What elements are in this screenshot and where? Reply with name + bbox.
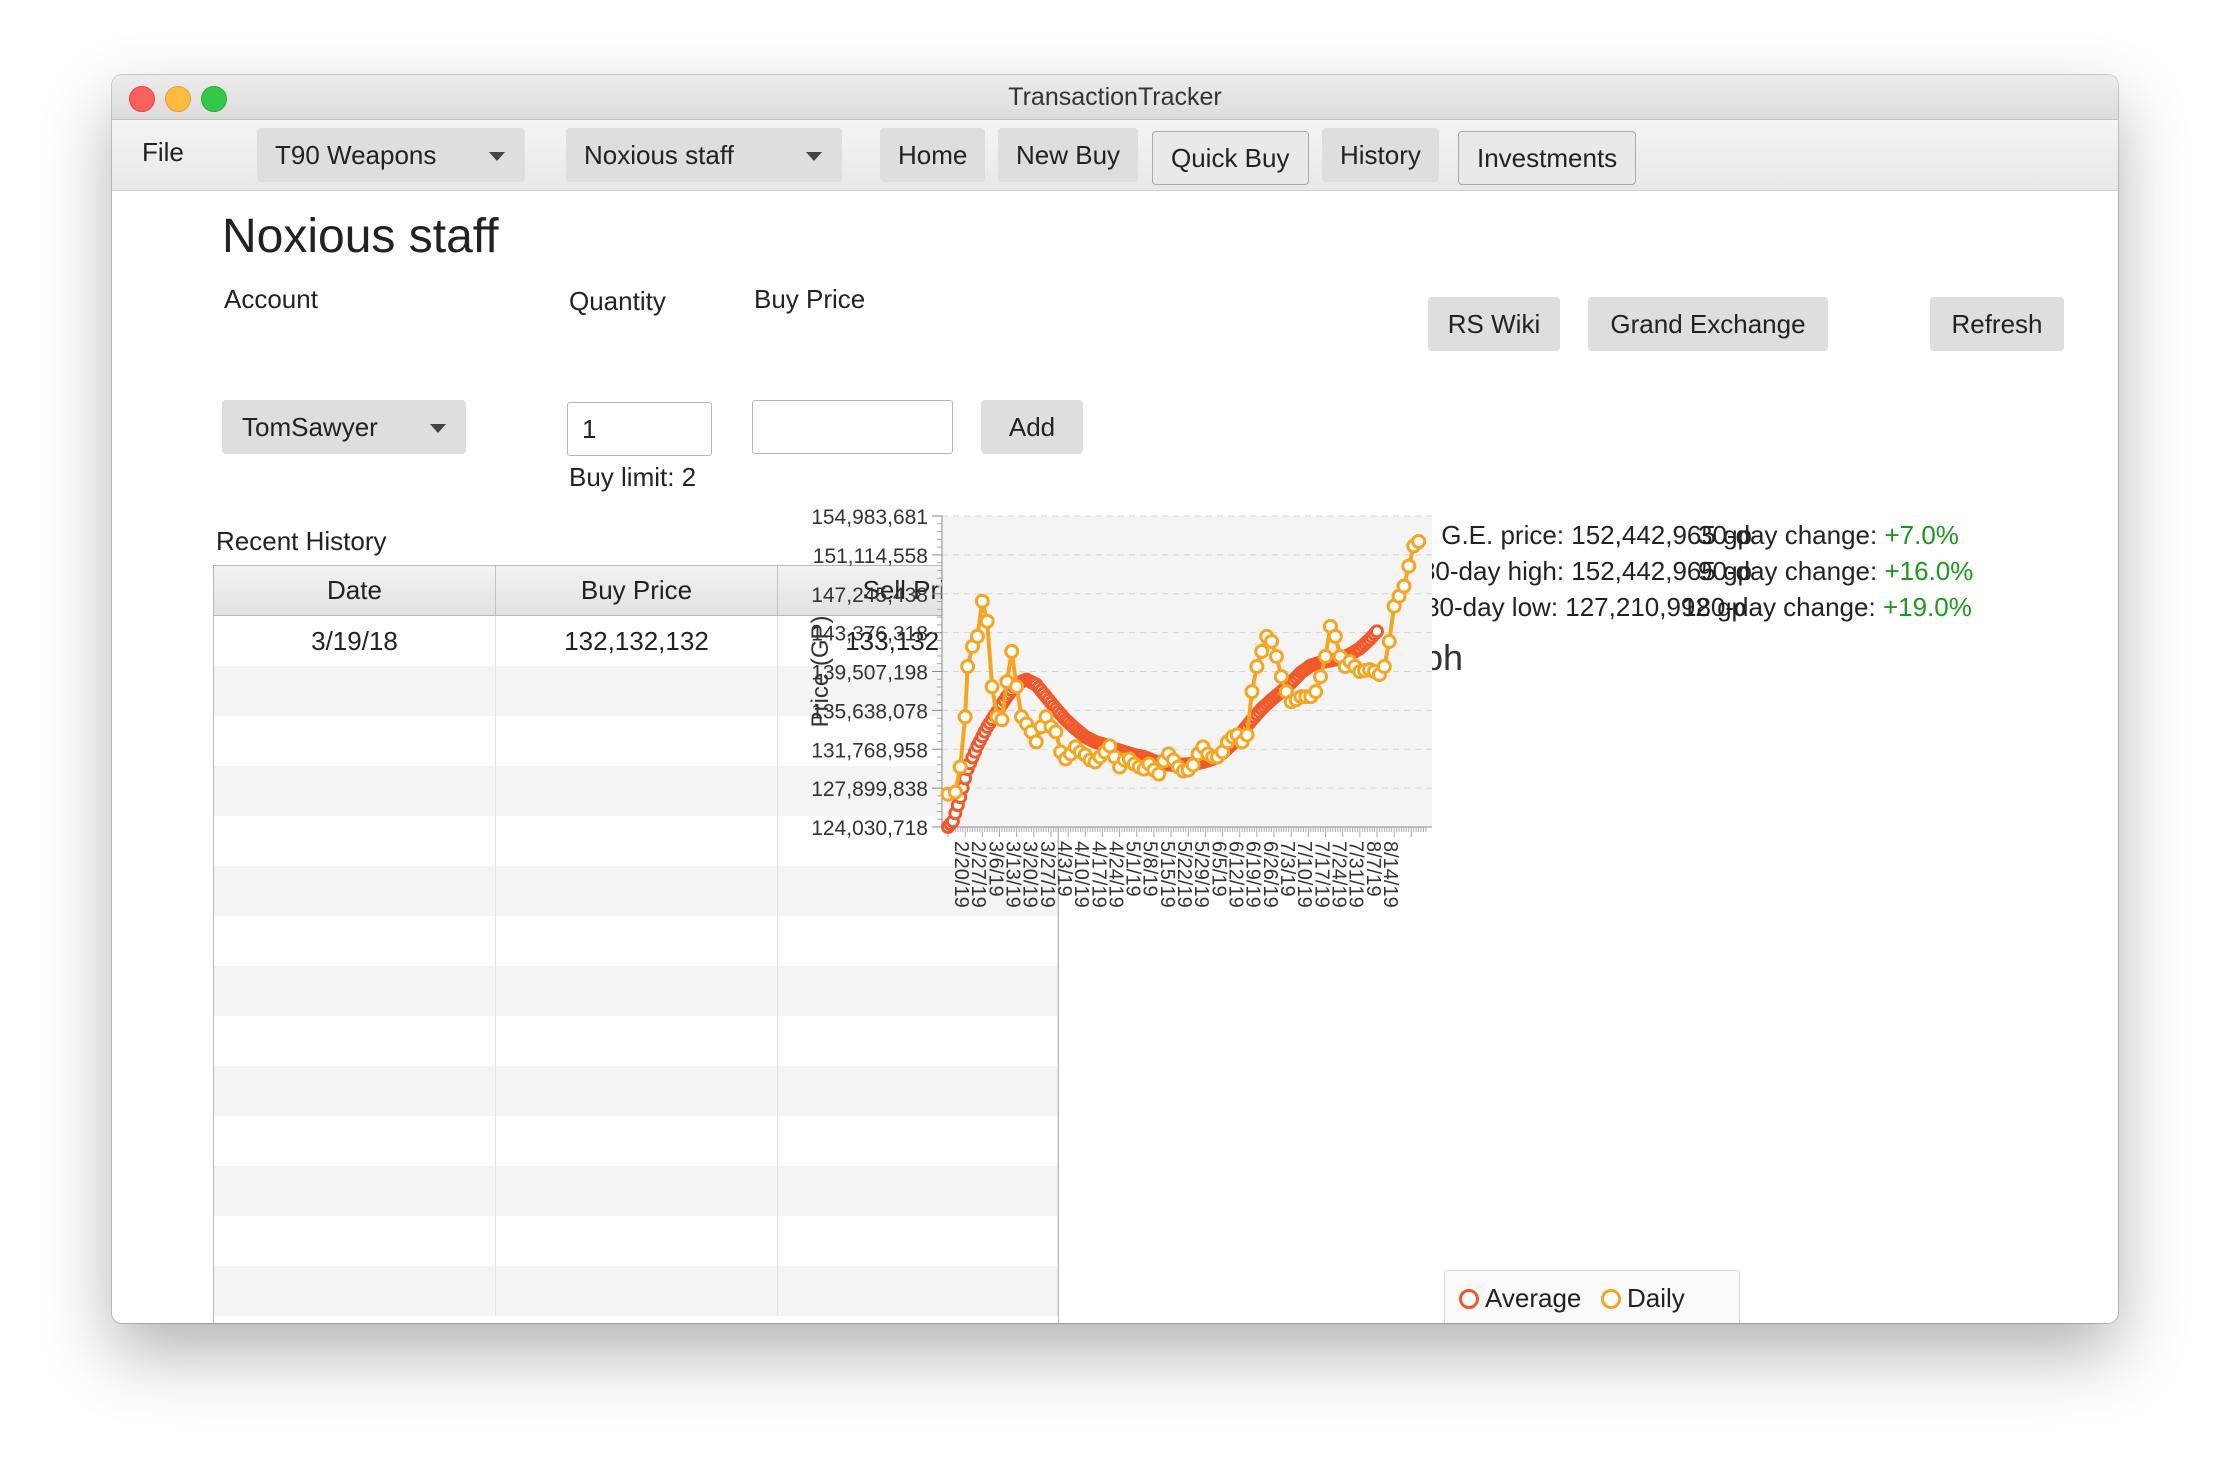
daily-point — [1327, 628, 1343, 644]
history-button[interactable]: History — [1322, 128, 1439, 182]
daily-point — [1381, 633, 1397, 649]
legend-label-average: Average — [1485, 1283, 1582, 1313]
daily-point — [1048, 724, 1064, 740]
daily-point — [1249, 659, 1265, 675]
daily-point — [1268, 649, 1284, 665]
daily-point — [1028, 734, 1044, 750]
quick-buy-button[interactable]: Quick Buy — [1152, 131, 1309, 185]
daily-point — [1254, 643, 1270, 659]
title-bar: TransactionTracker — [112, 75, 2118, 120]
daily-point — [1396, 578, 1412, 594]
item-select-value: Noxious staff — [584, 140, 734, 170]
investments-button[interactable]: Investments — [1458, 131, 1637, 185]
average-point — [1369, 624, 1384, 639]
daily-point — [1151, 766, 1167, 782]
y-tick-label: 147,245,438 — [811, 584, 928, 607]
average-legend-marker — [1459, 1289, 1479, 1309]
daily-point — [1273, 669, 1289, 685]
daily-point — [1004, 643, 1020, 659]
chevron-down-icon — [806, 152, 822, 161]
y-tick-label: 131,768,958 — [811, 739, 928, 762]
app-window: TransactionTracker File T90 Weapons Noxi… — [112, 75, 2118, 1323]
daily-point — [1239, 727, 1255, 743]
y-tick-label: 154,983,681 — [811, 506, 928, 529]
window-title: TransactionTracker — [1008, 83, 1222, 111]
file-menu[interactable]: File — [142, 137, 184, 168]
daily-point — [1264, 633, 1280, 649]
item-select[interactable]: Noxious staff — [566, 128, 842, 182]
home-button[interactable]: Home — [880, 128, 986, 182]
daily-point — [974, 593, 990, 609]
daily-point — [969, 628, 985, 644]
daily-point — [947, 784, 963, 800]
daily-point — [984, 679, 1000, 695]
x-tick-label: 8/14/19 — [1379, 841, 1401, 908]
category-select-value: T90 Weapons — [275, 140, 437, 170]
new-buy-button[interactable]: New Buy — [998, 128, 1139, 182]
chevron-down-icon — [489, 152, 505, 161]
daily-point — [1317, 649, 1333, 665]
zoom-window-button[interactable] — [201, 86, 227, 112]
daily-point — [1401, 558, 1417, 574]
daily-point — [1313, 669, 1329, 685]
y-tick-label: 124,030,718 — [811, 817, 928, 840]
y-tick-label: 151,114,558 — [813, 545, 928, 568]
toolbar: File T90 Weapons Noxious staff Home New … — [112, 120, 2118, 191]
category-select[interactable]: T90 Weapons — [257, 128, 525, 182]
chart-legend: Average Daily — [1444, 1270, 1740, 1323]
daily-point — [1009, 679, 1025, 695]
minimize-window-button[interactable] — [165, 86, 191, 112]
daily-point — [952, 759, 968, 775]
daily-legend-marker — [1601, 1289, 1621, 1309]
market-graph: 154,983,681151,114,558147,245,438143,376… — [807, 506, 1432, 908]
y-tick-label: 127,899,838 — [811, 778, 928, 801]
daily-point — [979, 613, 995, 629]
daily-point — [1376, 659, 1392, 675]
daily-point — [1244, 684, 1260, 700]
daily-point — [994, 712, 1010, 728]
main-content: Noxious staff RS Wiki Grand Exchange Ref… — [112, 191, 2118, 1323]
y-axis-label: Price (GP) — [807, 615, 834, 727]
close-window-button[interactable] — [129, 86, 155, 112]
daily-point — [1308, 684, 1324, 700]
daily-point — [1411, 534, 1427, 550]
daily-point — [957, 709, 973, 725]
daily-point — [960, 659, 976, 675]
legend-label-daily: Daily — [1627, 1283, 1685, 1313]
